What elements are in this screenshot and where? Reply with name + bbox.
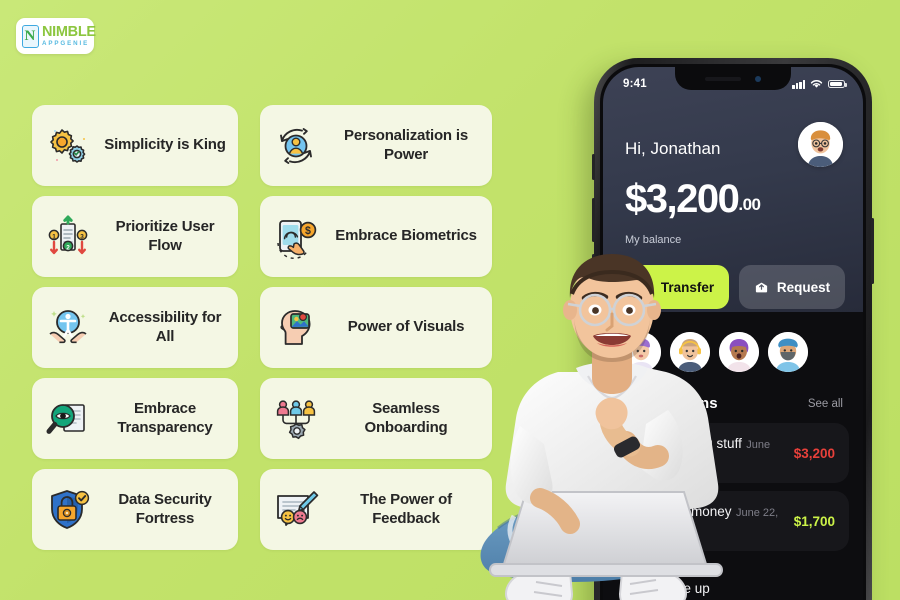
contact-avatar-2[interactable] — [670, 332, 710, 372]
svg-text:$: $ — [305, 225, 311, 237]
transactions-header: Transactions See all — [625, 395, 843, 412]
shield-lock-icon — [42, 484, 94, 536]
phone-power-button[interactable] — [871, 218, 874, 284]
transaction-name: Buy shopping stuff — [631, 436, 742, 451]
card-title: Data Security Fortress — [118, 490, 212, 527]
greeting-text: Hi, Jonathan — [625, 139, 721, 158]
avatar[interactable] — [798, 122, 843, 167]
see-all-link[interactable]: See all — [808, 398, 843, 410]
card-title: Prioritize User Flow — [115, 217, 215, 254]
feature-card-grid: Simplicity is King 2 1 3 Prioritize User… — [32, 105, 492, 550]
card-column-right: Personalization is Power $ Embrace Biome… — [260, 105, 492, 550]
head-image-icon — [270, 302, 322, 354]
brand-logo[interactable]: N NIMBLE APPGENIE — [16, 18, 96, 54]
front-camera-icon — [755, 75, 761, 82]
card-column-left: Simplicity is King 2 1 3 Prioritize User… — [32, 105, 238, 550]
user-flow-icon: 2 1 3 — [42, 211, 94, 263]
card-title: Personalization is Power — [344, 126, 468, 163]
contacts-row — [621, 332, 851, 378]
request-label: Request — [776, 279, 831, 295]
logo-name: NIMBLE — [42, 23, 96, 40]
card-simplicity-is-king[interactable]: Simplicity is King — [32, 105, 238, 186]
card-data-security-fortress[interactable]: Data Security Fortress — [32, 469, 238, 550]
phone-notch — [675, 67, 791, 90]
phone-volume-down-button[interactable] — [592, 254, 595, 298]
card-personalization-is-power[interactable]: Personalization is Power — [260, 105, 492, 186]
logo-tagline: APPGENIE — [42, 40, 90, 48]
request-icon — [755, 282, 767, 292]
earpiece-speaker — [705, 76, 741, 81]
transaction-amount: $1,700 — [793, 513, 835, 529]
card-the-power-of-feedback[interactable]: The Power of Feedback — [260, 469, 492, 550]
logo-wordmark: NIMBLE APPGENIE — [42, 25, 96, 48]
transaction-name: Received money — [631, 504, 732, 519]
phone-mockup: 9:41 Hi, Jonathan $3,200 .00 My balance … — [592, 58, 874, 600]
balance-amount: $3,200 .00 — [625, 177, 761, 221]
balance-main: $3,200 — [625, 177, 740, 221]
transaction-amount: $3,200 — [793, 445, 835, 461]
card-title: Accessibility for All — [108, 308, 222, 345]
table-row[interactable]: Buy shopping stuff June 23, 2024 $3,200 — [619, 423, 849, 483]
card-accessibility-for-all[interactable]: Accessibility for All — [32, 287, 238, 368]
phone-mute-button[interactable] — [592, 154, 595, 180]
fingerprint-phone-icon: $ — [270, 211, 322, 263]
transactions-title: Transactions — [625, 395, 718, 412]
gears-icon — [42, 120, 94, 172]
transfer-label: Transfer — [660, 279, 715, 295]
svg-text:1: 1 — [52, 233, 56, 240]
table-row[interactable]: Received money June 22, 2024 $1,700 — [619, 491, 849, 551]
contact-avatar-1[interactable] — [621, 332, 661, 372]
accessibility-hands-icon — [42, 302, 94, 354]
wifi-icon — [810, 80, 823, 88]
card-title: Seamless Onboarding — [364, 399, 448, 436]
status-clock: 9:41 — [623, 78, 647, 90]
status-icons — [792, 79, 847, 89]
feedback-pencil-icon — [270, 484, 322, 536]
signal-bars-icon — [792, 79, 805, 89]
transactions-list: Buy shopping stuff June 23, 2024 $3,200 … — [619, 423, 849, 600]
card-title: Embrace Biometrics — [335, 227, 477, 245]
phone-bezel: 9:41 Hi, Jonathan $3,200 .00 My balance … — [600, 64, 866, 600]
card-title: The Power of Feedback — [360, 490, 452, 527]
svg-text:3: 3 — [80, 233, 84, 240]
card-title: Simplicity is King — [104, 136, 226, 154]
phone-volume-up-button[interactable] — [592, 198, 595, 242]
card-embrace-biometrics[interactable]: $ Embrace Biometrics — [260, 196, 492, 277]
contact-avatar-4[interactable] — [768, 332, 808, 372]
request-button[interactable]: Request — [739, 265, 845, 309]
phone-n-icon: N — [22, 24, 39, 48]
svg-text:2: 2 — [66, 244, 70, 251]
card-title: Power of Visuals — [347, 318, 465, 336]
balance-cents: .00 — [738, 195, 761, 214]
table-row[interactable]: Buy make up — [619, 559, 849, 600]
phone-screen: 9:41 Hi, Jonathan $3,200 .00 My balance … — [603, 67, 863, 600]
people-gear-icon — [270, 393, 322, 445]
transaction-meta: Received money June 22, 2024 — [631, 503, 784, 539]
card-embrace-transparency[interactable]: Embrace Transparency — [32, 378, 238, 459]
card-power-of-visuals[interactable]: Power of Visuals — [260, 287, 492, 368]
transfer-icon — [639, 282, 651, 292]
user-cycle-icon — [270, 120, 322, 172]
card-seamless-onboarding[interactable]: Seamless Onboarding — [260, 378, 492, 459]
transfer-button[interactable]: Transfer — [623, 265, 729, 309]
battery-icon — [828, 79, 847, 89]
magnifier-eye-icon — [42, 393, 94, 445]
contact-avatar-3[interactable] — [719, 332, 759, 372]
card-prioritize-user-flow[interactable]: 2 1 3 Prioritize User Flow — [32, 196, 238, 277]
balance-label: My balance — [625, 234, 682, 246]
transaction-meta: Buy shopping stuff June 23, 2024 — [631, 435, 784, 471]
transaction-meta: Buy make up — [631, 580, 835, 598]
card-title: Embrace Transparency — [117, 399, 213, 436]
transaction-name: Buy make up — [631, 581, 710, 596]
action-buttons: Transfer Request — [623, 265, 845, 309]
